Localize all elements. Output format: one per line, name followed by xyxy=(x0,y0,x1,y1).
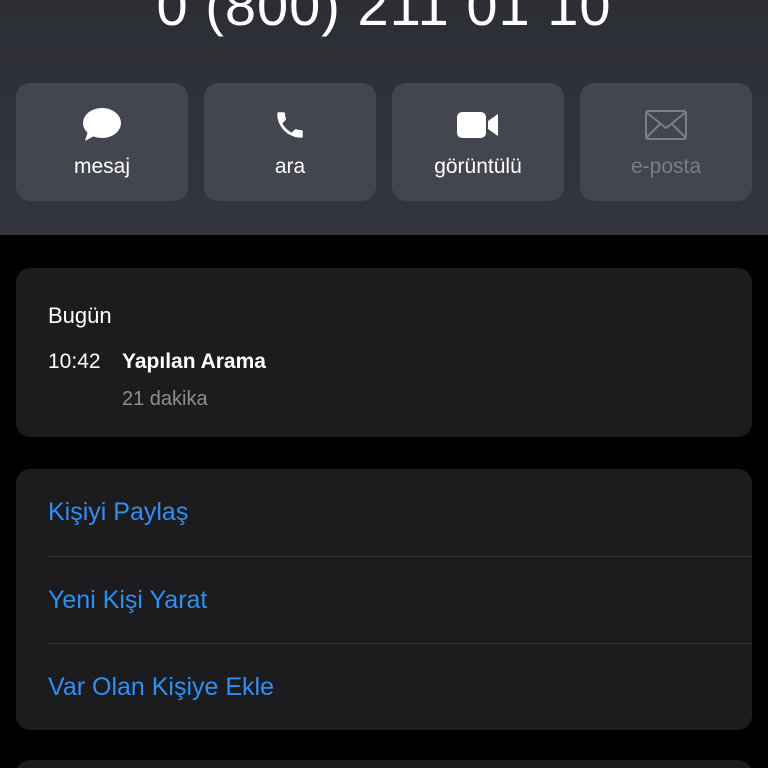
create-new-contact-button[interactable]: Yeni Kişi Yarat xyxy=(48,556,752,643)
action-buttons: mesaj ara görüntülü e-posta xyxy=(16,83,752,201)
video-call-button-label: görüntülü xyxy=(434,155,522,178)
video-call-button[interactable]: görüntülü xyxy=(392,83,564,201)
contact-header: 0 (800) 211 01 10 mesaj ara görüntülü e-… xyxy=(0,0,768,235)
share-contact-button[interactable]: Kişiyi Paylaş xyxy=(48,469,752,556)
call-history-day: Bugün xyxy=(48,303,112,328)
message-button[interactable]: mesaj xyxy=(16,83,188,201)
contact-options-card: Kişiyi Paylaş Yeni Kişi Yarat Var Olan K… xyxy=(16,469,752,730)
video-camera-icon xyxy=(456,107,500,143)
phone-number: 0 (800) 211 01 10 xyxy=(156,0,612,37)
email-button-label: e-posta xyxy=(630,155,702,178)
message-bubble-icon xyxy=(80,107,124,143)
add-to-existing-contact-button[interactable]: Var Olan Kişiye Ekle xyxy=(48,643,752,730)
call-button-label: ara xyxy=(274,155,306,178)
call-duration: 21 dakika xyxy=(122,388,208,410)
call-time: 10:42 xyxy=(48,350,101,373)
message-button-label: mesaj xyxy=(73,155,131,178)
email-button[interactable]: e-posta xyxy=(580,83,752,201)
call-history-card: Bugün 10:42 Yapılan Arama 21 dakika xyxy=(16,268,752,437)
next-card xyxy=(16,760,752,768)
call-type: Yapılan Arama xyxy=(122,350,266,373)
call-button[interactable]: ara xyxy=(204,83,376,201)
envelope-icon xyxy=(644,107,688,143)
phone-icon xyxy=(268,107,312,143)
